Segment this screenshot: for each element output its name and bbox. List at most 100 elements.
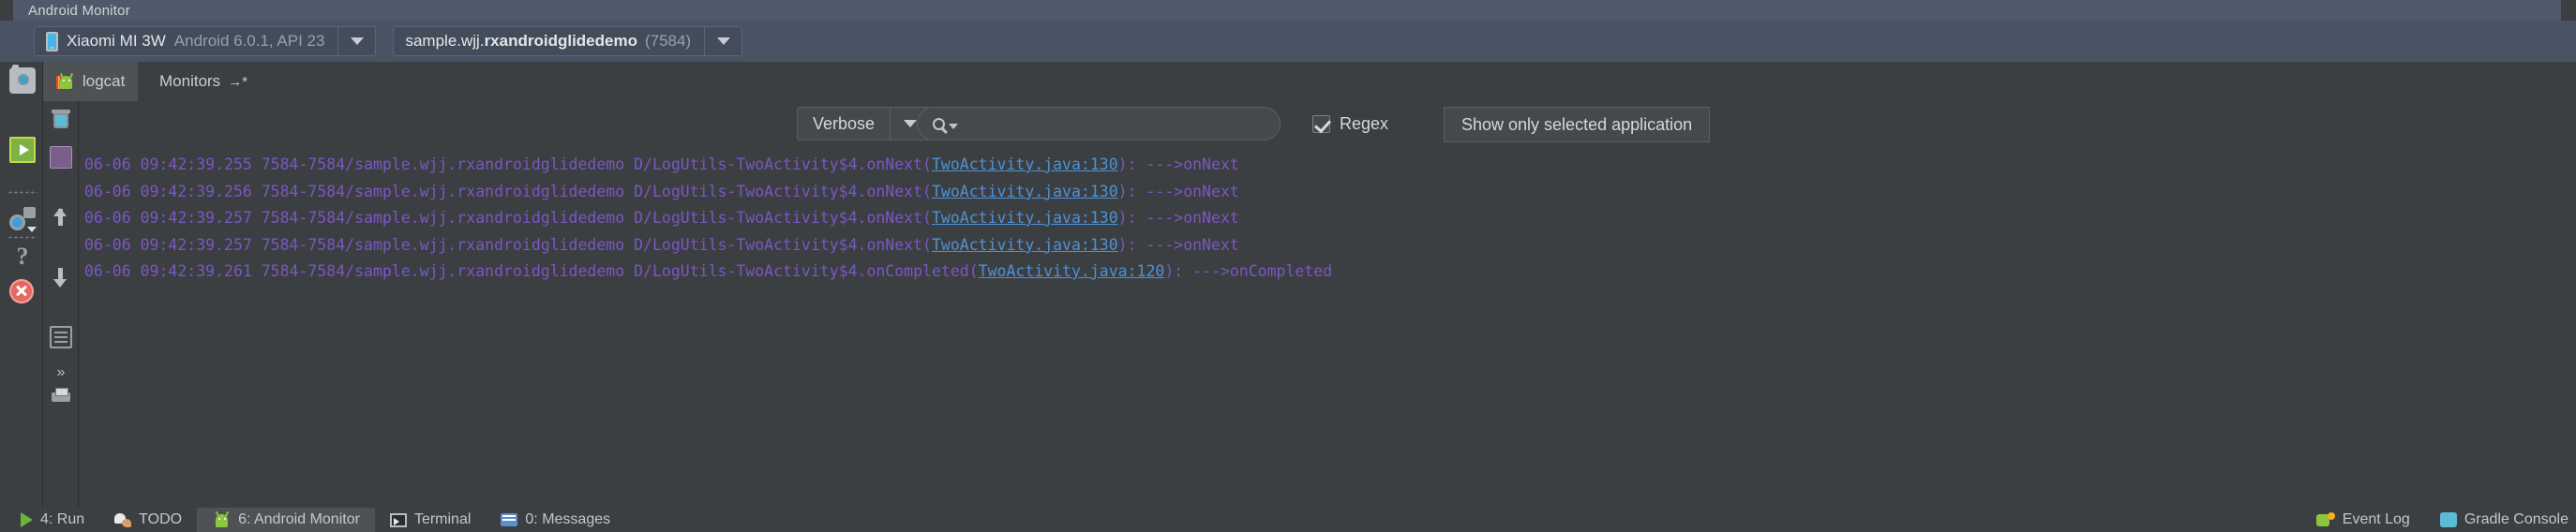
log-line-pre: 06-06 09:42:39.255 7584-7584/sample.wjj.… bbox=[84, 155, 932, 173]
layout-inspector-icon[interactable] bbox=[9, 206, 37, 232]
regex-label: Regex bbox=[1340, 114, 1389, 133]
logcat-toolcolumn: » bbox=[43, 101, 79, 508]
android-body bbox=[60, 76, 72, 89]
device-selector[interactable]: Xiaomi MI 3W Android 6.0.1, API 23 bbox=[34, 26, 377, 56]
scroll-to-end-icon[interactable] bbox=[50, 146, 72, 169]
status-item-android-monitor-label: 6: Android Monitor bbox=[238, 511, 360, 527]
android-eye-right bbox=[68, 80, 70, 81]
status-bar: 4: Run TODO 6: Android Monitor Terminal … bbox=[0, 508, 2576, 532]
android-body bbox=[216, 514, 229, 527]
status-item-run-label: 4: Run bbox=[40, 511, 85, 527]
log-source-link[interactable]: TwoActivity.java:120 bbox=[979, 262, 1165, 280]
chevron-down-icon[interactable] bbox=[949, 123, 958, 129]
tab-monitors[interactable]: Monitors →* bbox=[146, 62, 261, 101]
tab-logcat[interactable]: logcat bbox=[43, 62, 139, 101]
status-item-terminal-label: Terminal bbox=[413, 511, 472, 527]
phone-icon bbox=[46, 31, 58, 52]
event-log-icon bbox=[2315, 511, 2335, 528]
clear-logcat-trash-icon[interactable] bbox=[50, 109, 72, 131]
logcat-filterbar: Verbose Regex Show only selected applica… bbox=[787, 101, 2576, 146]
todo-icon bbox=[114, 512, 132, 527]
gradle-console-icon bbox=[2439, 512, 2457, 527]
process-pid: (7584) bbox=[644, 32, 692, 50]
log-line-post: ): --->onNext bbox=[1117, 209, 1239, 227]
process-package-name: rxandroidglidedemo bbox=[484, 32, 637, 50]
terminate-application-icon[interactable] bbox=[9, 279, 34, 303]
window-titlebar: Android Monitor bbox=[0, 0, 2576, 21]
logcat-right-edge bbox=[2567, 101, 2576, 508]
search-icon bbox=[933, 117, 945, 130]
device-name: Xiaomi MI 3W bbox=[67, 32, 166, 50]
android-monitor-window: Android Monitor Xiaomi MI 3W Android 6.0… bbox=[0, 0, 2576, 532]
tab-monitors-label: Monitors bbox=[159, 72, 221, 90]
monitor-tabrow: logcat Monitors →* bbox=[43, 62, 2576, 101]
log-line: 06-06 09:42:39.255 7584-7584/sample.wjj.… bbox=[79, 152, 2576, 179]
terminal-icon bbox=[389, 512, 407, 527]
toolbar-gap bbox=[0, 21, 34, 62]
run-play-icon bbox=[21, 512, 33, 527]
log-line: 06-06 09:42:39.261 7584-7584/sample.wjj.… bbox=[79, 259, 2576, 286]
app-filter-selector[interactable]: Show only selected application bbox=[1444, 107, 1711, 142]
tab-monitors-suffix: →* bbox=[228, 73, 248, 90]
screenshot-camera-icon[interactable] bbox=[9, 65, 36, 94]
soft-wrap-icon[interactable] bbox=[50, 326, 72, 348]
help-question-icon[interactable]: ? bbox=[9, 244, 36, 270]
process-selector[interactable]: sample.wjj. rxandroidglidedemo (7584) bbox=[393, 26, 743, 56]
log-source-link[interactable]: TwoActivity.java:130 bbox=[932, 236, 1118, 254]
search-input[interactable] bbox=[917, 107, 1281, 140]
status-item-messages[interactable]: 0: Messages bbox=[486, 508, 625, 532]
status-item-event-log[interactable]: Event Log bbox=[2301, 508, 2425, 532]
log-level-value: Verbose bbox=[813, 113, 876, 133]
layout-inspector-block bbox=[23, 207, 36, 218]
regex-checkbox-group[interactable]: Regex bbox=[1312, 114, 1388, 134]
android-eye-left bbox=[63, 80, 65, 81]
device-details: Android 6.0.1, API 23 bbox=[173, 32, 325, 50]
layout-inspector-lens bbox=[9, 214, 25, 230]
up-arrow-icon[interactable] bbox=[50, 206, 72, 229]
log-line: 06-06 09:42:39.256 7584-7584/sample.wjj.… bbox=[79, 179, 2576, 206]
print-icon[interactable] bbox=[50, 386, 72, 408]
status-item-event-log-label: Event Log bbox=[2342, 511, 2410, 527]
titlebar-right-edge bbox=[2561, 0, 2576, 21]
chevron-down-icon bbox=[903, 120, 917, 127]
log-source-link[interactable]: TwoActivity.java:130 bbox=[932, 183, 1118, 200]
logcat-android-icon bbox=[56, 73, 75, 90]
device-dropdown-button[interactable] bbox=[337, 27, 375, 55]
status-item-run[interactable]: 4: Run bbox=[0, 508, 99, 532]
app-filter-value: Show only selected application bbox=[1461, 114, 1693, 134]
expand-more-icon[interactable]: » bbox=[50, 362, 72, 384]
monitor-left-toolstrip: ? bbox=[0, 62, 43, 508]
status-item-gradle-console-label: Gradle Console bbox=[2464, 511, 2569, 527]
status-item-messages-label: 0: Messages bbox=[525, 511, 611, 527]
log-line-pre: 06-06 09:42:39.257 7584-7584/sample.wjj.… bbox=[84, 209, 932, 227]
page-title: Android Monitor bbox=[28, 2, 130, 19]
log-line-post: ): --->onNext bbox=[1117, 182, 1239, 200]
log-line-pre: 06-06 09:42:39.257 7584-7584/sample.wjj.… bbox=[84, 235, 932, 254]
messages-icon bbox=[501, 513, 518, 526]
process-selector-face[interactable]: sample.wjj. rxandroidglidedemo (7584) bbox=[394, 27, 704, 55]
log-line-post: ): --->onCompleted bbox=[1164, 262, 1333, 280]
titlebar-fill bbox=[130, 0, 2561, 21]
regex-checkbox[interactable] bbox=[1312, 115, 1330, 133]
down-arrow-icon[interactable] bbox=[50, 266, 72, 288]
chevron-down-icon bbox=[716, 37, 730, 45]
process-dropdown-button[interactable] bbox=[704, 27, 741, 55]
log-source-link[interactable]: TwoActivity.java:130 bbox=[932, 155, 1118, 173]
log-level-selector[interactable]: Verbose bbox=[797, 107, 931, 140]
titlebar-left-edge bbox=[0, 0, 13, 21]
screen-record-play-icon[interactable] bbox=[9, 137, 36, 163]
chevron-down-icon bbox=[350, 37, 364, 45]
log-line: 06-06 09:42:39.257 7584-7584/sample.wjj.… bbox=[79, 205, 2576, 232]
log-source-link[interactable]: TwoActivity.java:130 bbox=[932, 209, 1118, 227]
chevron-down-icon bbox=[27, 227, 37, 232]
toolstrip-separator bbox=[7, 236, 37, 239]
status-item-android-monitor[interactable]: 6: Android Monitor bbox=[197, 508, 375, 532]
logcat-output[interactable]: 06-06 09:42:39.255 7584-7584/sample.wjj.… bbox=[79, 146, 2576, 508]
android-monitor-icon bbox=[212, 511, 231, 528]
toolstrip-separator bbox=[7, 191, 37, 194]
log-line-post: ): --->onNext bbox=[1117, 155, 1239, 173]
device-selector-face[interactable]: Xiaomi MI 3W Android 6.0.1, API 23 bbox=[35, 27, 337, 55]
status-item-terminal[interactable]: Terminal bbox=[375, 508, 486, 532]
status-item-gradle-console[interactable]: Gradle Console bbox=[2425, 508, 2576, 532]
status-item-todo[interactable]: TODO bbox=[99, 508, 197, 532]
